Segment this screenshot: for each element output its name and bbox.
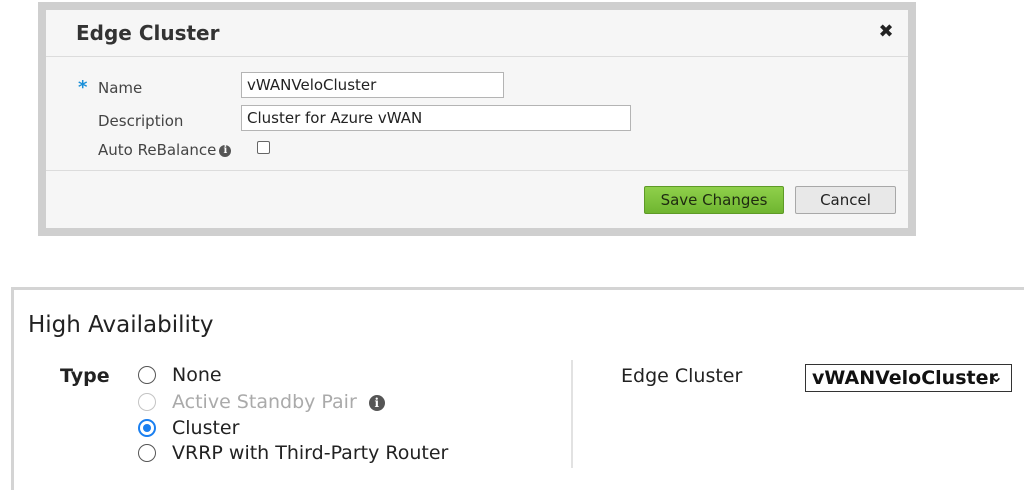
name-label: Name	[98, 79, 143, 97]
high-availability-panel: High Availability Type None Active Stand…	[11, 287, 1024, 490]
dialog-title: Edge Cluster	[76, 21, 220, 45]
edge-cluster-label: Edge Cluster	[621, 365, 743, 387]
ha-type-label: Type	[60, 365, 110, 387]
dialog-header: Edge Cluster ✖	[46, 10, 908, 57]
auto-rebalance-label: Auto ReBalance i	[98, 141, 232, 159]
description-row: Description Cluster for Azure vWAN	[46, 105, 908, 135]
info-icon[interactable]: i	[368, 394, 385, 411]
auto-rebalance-checkbox[interactable]	[257, 141, 270, 154]
ha-option-label: Active Standby Pair i	[172, 391, 385, 413]
auto-rebalance-row: Auto ReBalance i	[46, 134, 908, 164]
ha-option-label: Cluster	[172, 417, 240, 439]
auto-rebalance-label-text: Auto ReBalance	[98, 141, 217, 159]
description-label: Description	[98, 112, 184, 130]
required-marker: *	[78, 77, 88, 98]
chevron-down-icon: ⌄	[989, 367, 1003, 386]
ha-option-label-text: Active Standby Pair	[172, 391, 357, 413]
radio-button-selected[interactable]	[138, 419, 156, 437]
ha-option-label: VRRP with Third-Party Router	[172, 442, 449, 464]
dialog-footer: Save Changes Cancel	[46, 170, 908, 228]
edge-cluster-dialog-frame: Edge Cluster ✖ * Name vWANVeloCluster De…	[38, 2, 916, 236]
info-icon[interactable]: i	[219, 144, 232, 157]
divider	[571, 360, 573, 468]
ha-title: High Availability	[28, 312, 214, 338]
edge-cluster-select-value: vWANVeloCluster	[812, 367, 998, 389]
close-icon[interactable]: ✖	[876, 22, 896, 42]
description-input[interactable]: Cluster for Azure vWAN	[241, 105, 631, 131]
radio-button	[138, 393, 156, 411]
name-row: * Name vWANVeloCluster	[46, 72, 908, 102]
ha-option-label: None	[172, 364, 222, 386]
save-changes-button[interactable]: Save Changes	[644, 186, 784, 214]
edge-cluster-dialog: Edge Cluster ✖ * Name vWANVeloCluster De…	[46, 10, 908, 228]
cancel-button[interactable]: Cancel	[795, 186, 896, 214]
name-input[interactable]: vWANVeloCluster	[241, 72, 504, 98]
edge-cluster-select[interactable]: vWANVeloCluster ⌄	[805, 364, 1012, 392]
radio-button[interactable]	[138, 366, 156, 384]
radio-button[interactable]	[138, 444, 156, 462]
